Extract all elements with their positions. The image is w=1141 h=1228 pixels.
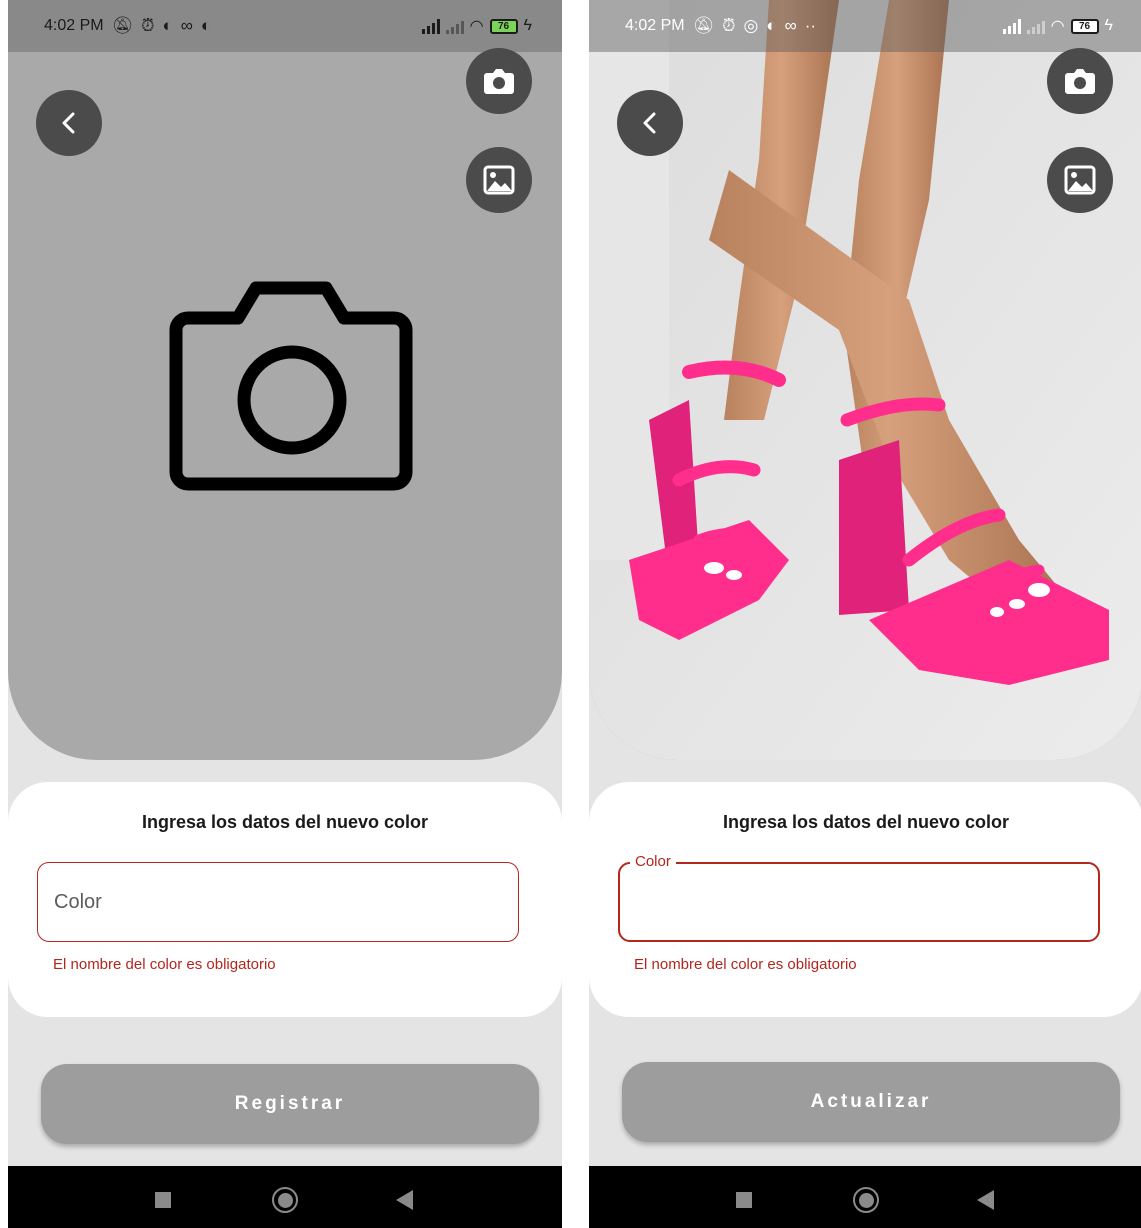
back-nav-icon[interactable] [396,1190,413,1210]
recents-icon[interactable] [155,1192,171,1208]
update-button[interactable]: Actualizar [622,1062,1120,1142]
charging-icon: ϟ [1104,17,1113,34]
card-title: Ingresa los datos del nuevo color [141,812,429,832]
navigation-bar [8,1166,562,1228]
wifi-icon: ◠ [1050,18,1065,35]
camera-icon [484,69,514,94]
signal-icon [421,18,440,34]
voicemail-icon: ∞ [180,16,193,35]
back-button[interactable] [617,90,683,156]
navigation-bar [589,1166,1141,1228]
status-time: 4:02 PM [625,17,685,34]
camera-icon [1065,69,1095,94]
take-photo-button[interactable] [1047,48,1113,114]
pick-from-gallery-button[interactable] [1047,147,1113,213]
signal-secondary-icon [445,18,464,34]
whatsapp-icon: ◎ [743,16,759,35]
app-icon: ◐ [766,16,777,35]
recents-icon[interactable] [736,1192,752,1208]
status-time: 4:02 PM [44,17,104,34]
back-nav-icon[interactable] [977,1190,994,1210]
home-icon[interactable] [272,1187,298,1213]
battery-icon: 76 [489,18,518,34]
alarm-icon: ⏰︎ [722,16,736,35]
form-card: Ingresa los datos del nuevo color Color … [8,782,562,1017]
take-photo-button[interactable] [466,48,532,114]
battery-icon: 76 [1070,18,1099,34]
voicemail-icon: ∞ [784,16,797,35]
color-field-label: Color [630,853,676,870]
color-field[interactable]: Color [37,862,519,942]
mute-icon: 🔕︎ [111,16,134,35]
form-card: Ingresa los datos del nuevo color Color … [589,782,1141,1017]
card-title: Ingresa los datos del nuevo color [722,812,1010,832]
alarm-icon: ⏰︎ [141,16,155,35]
color-error-text: El nombre del color es obligatorio [53,956,276,973]
status-bar: 4:02 PM 🔕︎ ⏰︎ ◎ ◐ ∞ ·· ◠ 76 ϟ [589,0,1141,52]
wifi-icon: ◠ [469,18,484,35]
status-bar: 4:02 PM 🔕︎ ⏰︎ ◐ ∞ ◐ ◠ 76 ϟ [8,0,562,52]
app-icon: ◐ [200,16,212,35]
signal-secondary-icon [1026,18,1045,34]
signal-icon [1002,18,1021,34]
image-icon [1064,165,1096,195]
camera-placeholder-icon [169,281,413,491]
chevron-left-icon [62,112,75,134]
mute-icon: 🔕︎ [692,16,715,35]
register-button[interactable]: Registrar [41,1064,539,1144]
color-error-text: El nombre del color es obligatorio [634,956,857,973]
color-field[interactable]: Color [618,853,1100,942]
chevron-left-icon [643,112,656,134]
charging-icon: ϟ [523,17,532,34]
screen-register: 4:02 PM 🔕︎ ⏰︎ ◐ ∞ ◐ ◠ 76 ϟ Ingresa los d… [8,0,562,1228]
more-dots-icon: ·· [804,16,817,35]
back-button[interactable] [36,90,102,156]
image-icon [483,165,515,195]
home-icon[interactable] [853,1187,879,1213]
color-field-label: Color [54,891,102,913]
pick-from-gallery-button[interactable] [466,147,532,213]
app-icon: ◐ [162,16,173,35]
screen-update: 4:02 PM 🔕︎ ⏰︎ ◎ ◐ ∞ ·· ◠ 76 ϟ Ingresa lo… [589,0,1141,1228]
